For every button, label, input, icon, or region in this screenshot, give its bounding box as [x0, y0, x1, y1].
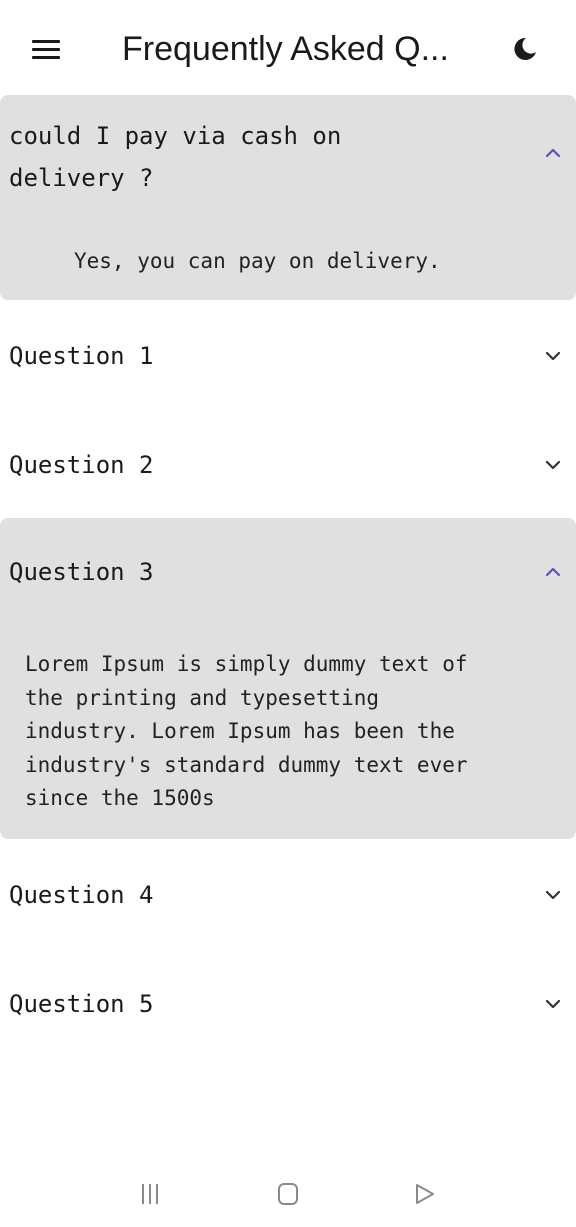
faq-item-question-1[interactable]: Question 1 [0, 326, 576, 386]
faq-question: Question 5 [9, 990, 154, 1018]
chevron-down-icon[interactable] [541, 883, 565, 907]
faq-question: Question 2 [9, 451, 154, 479]
faq-question: Question 1 [9, 342, 154, 370]
faq-item-question-2[interactable]: Question 2 [0, 435, 576, 495]
back-icon[interactable] [410, 1180, 438, 1208]
recent-apps-icon[interactable] [136, 1180, 164, 1208]
faq-question: could I pay via cash on delivery ? [9, 122, 342, 192]
chevron-up-icon[interactable] [541, 560, 565, 584]
chevron-up-icon[interactable] [541, 141, 565, 165]
page-title: Frequently Asked Q... [122, 30, 449, 68]
faq-answer: Lorem Ipsum is simply dummy text of the … [25, 652, 468, 810]
faq-item-question-3[interactable]: Question 3 Lorem Ipsum is simply dummy t… [0, 518, 576, 839]
home-icon[interactable] [274, 1180, 302, 1208]
chevron-down-icon[interactable] [541, 453, 565, 477]
system-nav-bar [0, 1160, 576, 1227]
faq-question: Question 3 [9, 558, 154, 586]
faq-question: Question 4 [9, 881, 154, 909]
hamburger-menu-icon[interactable] [30, 36, 62, 62]
faq-item-cash-on-delivery[interactable]: could I pay via cash on delivery ? Yes, … [0, 95, 576, 300]
chevron-down-icon[interactable] [541, 992, 565, 1016]
faq-item-question-5[interactable]: Question 5 [0, 974, 576, 1034]
app-bar: Frequently Asked Q... [0, 0, 576, 96]
dark-mode-moon-icon[interactable] [510, 34, 540, 64]
chevron-down-icon[interactable] [541, 344, 565, 368]
faq-answer: Yes, you can pay on delivery. [74, 249, 441, 273]
faq-item-question-4[interactable]: Question 4 [0, 865, 576, 925]
